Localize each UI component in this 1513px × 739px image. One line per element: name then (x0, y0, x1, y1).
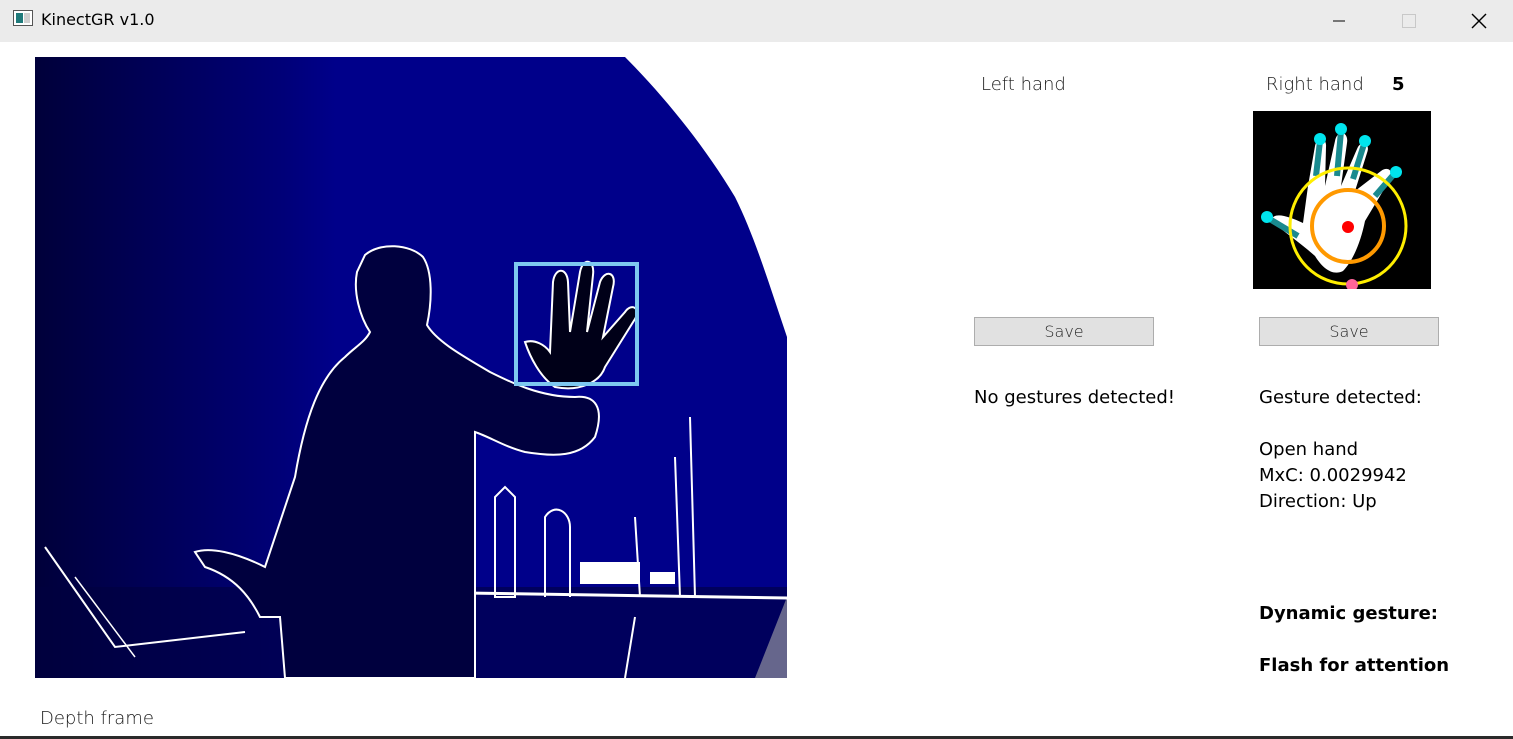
gesture-name: Open hand (1259, 439, 1359, 460)
depth-frame-image (35, 57, 787, 678)
left-hand-status: No gestures detected! (974, 387, 1176, 408)
left-hand-label: Left hand (981, 74, 1066, 95)
finger-count: 5 (1392, 74, 1405, 95)
close-button[interactable] (1444, 0, 1513, 42)
gesture-status-heading: Gesture detected: (1259, 387, 1422, 408)
app-window-icon (13, 10, 33, 26)
left-hand-save-button[interactable]: Save (974, 317, 1154, 346)
close-icon (1471, 13, 1487, 29)
dynamic-gesture-value: Flash for attention (1259, 655, 1450, 676)
right-hand-view (1253, 111, 1431, 289)
window-title: KinectGR v1.0 (41, 10, 155, 29)
minimize-icon (1333, 20, 1345, 22)
title-bar: KinectGR v1.0 (0, 0, 1513, 42)
dynamic-gesture-heading: Dynamic gesture: (1259, 603, 1439, 624)
depth-frame-label: Depth frame (40, 708, 154, 729)
gesture-direction: Direction: Up (1259, 491, 1377, 512)
maximize-icon (1402, 14, 1416, 28)
right-hand-label: Right hand (1266, 74, 1364, 95)
right-hand-save-button[interactable]: Save (1259, 317, 1439, 346)
minimize-button[interactable] (1304, 0, 1374, 42)
maximize-button[interactable] (1374, 0, 1444, 42)
gesture-mxc: MxC: 0.0029942 (1259, 465, 1407, 486)
